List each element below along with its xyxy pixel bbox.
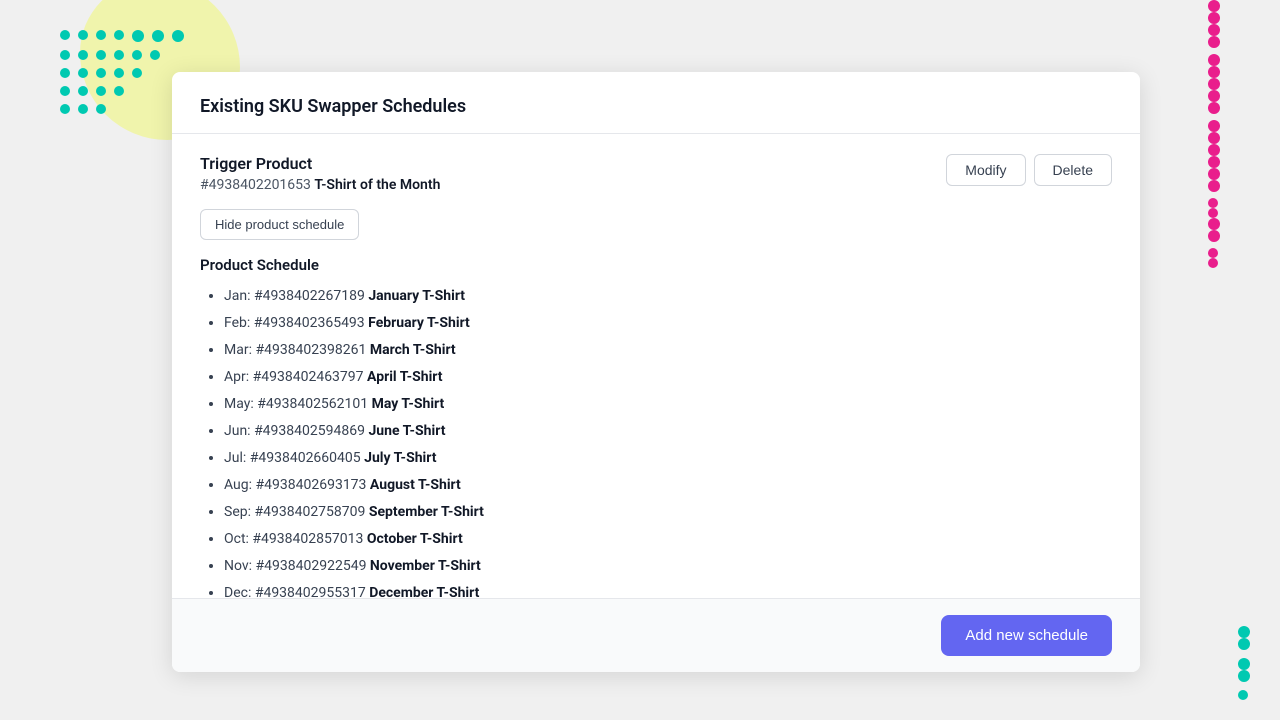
- modal-title: Existing SKU Swapper Schedules: [200, 96, 1112, 117]
- month-label: Apr:: [224, 369, 249, 385]
- month-label: Jul:: [224, 450, 246, 466]
- month-label: Aug:: [224, 477, 252, 493]
- schedule-list-item: Jul: #4938402660405 July T-Shirt: [224, 448, 1112, 469]
- sku-number: #4938402955317: [255, 585, 366, 598]
- item-name: September T-Shirt: [369, 504, 484, 520]
- month-label: May:: [224, 396, 254, 412]
- schedule-list-item: Oct: #4938402857013 October T-Shirt: [224, 529, 1112, 550]
- add-new-schedule-button[interactable]: Add new schedule: [941, 615, 1112, 656]
- sku-number: #4938402693173: [256, 477, 367, 493]
- modal-footer: Add new schedule: [172, 598, 1140, 672]
- item-name: May T-Shirt: [372, 396, 445, 412]
- pink-dots-topright: [1208, 0, 1220, 268]
- schedule-list-item: Jun: #4938402594869 June T-Shirt: [224, 421, 1112, 442]
- schedule-list-item: Apr: #4938402463797 April T-Shirt: [224, 367, 1112, 388]
- item-name: February T-Shirt: [368, 315, 470, 331]
- item-name: December T-Shirt: [369, 585, 479, 598]
- modify-button[interactable]: Modify: [946, 154, 1025, 186]
- trigger-actions: Modify Delete: [946, 154, 1112, 186]
- sku-number: #4938402758709: [254, 504, 365, 520]
- month-label: Feb:: [224, 315, 250, 331]
- sku-number: #4938402398261: [255, 342, 366, 358]
- delete-button[interactable]: Delete: [1034, 154, 1112, 186]
- schedule-list-item: Mar: #4938402398261 March T-Shirt: [224, 340, 1112, 361]
- schedule-list-item: Sep: #4938402758709 September T-Shirt: [224, 502, 1112, 523]
- sku-number: #4938402463797: [253, 369, 364, 385]
- product-schedule-title: Product Schedule: [200, 256, 1112, 274]
- item-name: June T-Shirt: [368, 423, 445, 439]
- trigger-sku-id: #4938402201653: [200, 177, 311, 193]
- item-name: August T-Shirt: [370, 477, 461, 493]
- teal-dots-topleft: [60, 30, 184, 122]
- trigger-product-id: #4938402201653 T-Shirt of the Month: [200, 177, 440, 193]
- schedule-list-item: Aug: #4938402693173 August T-Shirt: [224, 475, 1112, 496]
- item-name: July T-Shirt: [364, 450, 436, 466]
- trigger-section: Trigger Product #4938402201653 T-Shirt o…: [200, 154, 1112, 193]
- sku-number: #4938402594869: [254, 423, 365, 439]
- month-label: Jun:: [224, 423, 251, 439]
- hide-schedule-button[interactable]: Hide product schedule: [200, 209, 359, 240]
- sku-number: #4938402267189: [254, 288, 365, 304]
- sku-number: #4938402562101: [257, 396, 368, 412]
- sku-number: #4938402365493: [254, 315, 365, 331]
- month-label: Sep:: [224, 504, 251, 520]
- sku-number: #4938402857013: [252, 531, 363, 547]
- teal-dots-bottomright: [1238, 626, 1250, 700]
- modal-body: Trigger Product #4938402201653 T-Shirt o…: [172, 134, 1140, 598]
- item-name: March T-Shirt: [370, 342, 456, 358]
- month-label: Jan:: [224, 288, 250, 304]
- item-name: January T-Shirt: [368, 288, 465, 304]
- modal-header: Existing SKU Swapper Schedules: [172, 72, 1140, 134]
- schedule-list: Jan: #4938402267189 January T-Shirt Feb: …: [200, 286, 1112, 598]
- item-name: April T-Shirt: [367, 369, 443, 385]
- schedule-list-item: Jan: #4938402267189 January T-Shirt: [224, 286, 1112, 307]
- item-name: November T-Shirt: [370, 558, 481, 574]
- month-label: Nov:: [224, 558, 252, 574]
- sku-swapper-modal: Existing SKU Swapper Schedules Trigger P…: [172, 72, 1140, 672]
- item-name: October T-Shirt: [367, 531, 463, 547]
- schedule-list-item: May: #4938402562101 May T-Shirt: [224, 394, 1112, 415]
- month-label: Mar:: [224, 342, 252, 358]
- month-label: Dec:: [224, 585, 251, 598]
- sku-number: #4938402660405: [250, 450, 361, 466]
- schedule-list-item: Nov: #4938402922549 November T-Shirt: [224, 556, 1112, 577]
- trigger-product-name: T-Shirt of the Month: [314, 177, 440, 193]
- month-label: Oct:: [224, 531, 249, 547]
- sku-number: #4938402922549: [256, 558, 367, 574]
- schedule-list-item: Feb: #4938402365493 February T-Shirt: [224, 313, 1112, 334]
- trigger-info: Trigger Product #4938402201653 T-Shirt o…: [200, 154, 440, 193]
- schedule-list-item: Dec: #4938402955317 December T-Shirt: [224, 583, 1112, 598]
- trigger-product-label: Trigger Product: [200, 154, 440, 173]
